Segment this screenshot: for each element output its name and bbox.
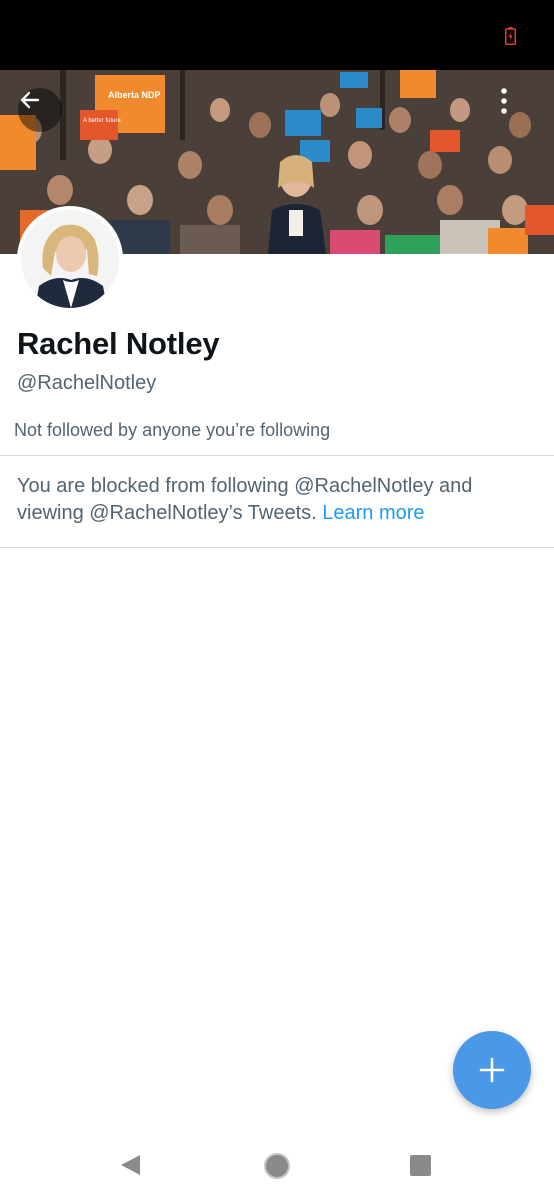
square-recents-icon[interactable] bbox=[409, 1154, 432, 1177]
avatar[interactable] bbox=[17, 206, 123, 312]
banner-sign-text: A better future. bbox=[83, 118, 123, 124]
followers-you-know-note: Not followed by anyone you’re following bbox=[14, 420, 331, 440]
compose-tweet-button[interactable] bbox=[453, 1031, 531, 1109]
more-vertical-icon bbox=[501, 88, 507, 114]
learn-more-link[interactable]: Learn more bbox=[322, 502, 424, 524]
system-navigation-bar bbox=[0, 1130, 554, 1200]
circle-home-icon[interactable] bbox=[263, 1152, 291, 1180]
status-bar bbox=[0, 0, 554, 70]
banner-sign-text: Alberta NDP bbox=[108, 90, 161, 100]
triangle-back-icon[interactable] bbox=[118, 1152, 144, 1178]
divider bbox=[0, 455, 554, 456]
divider bbox=[0, 547, 554, 548]
arrow-left-icon bbox=[20, 91, 40, 109]
profile-handle: @RachelNotley bbox=[17, 372, 157, 394]
avatar-image bbox=[21, 210, 119, 308]
profile-display-name: Rachel Notley bbox=[17, 326, 220, 361]
back-button[interactable] bbox=[18, 88, 62, 132]
profile-screen: Alberta NDP A better future. Rachel Notl… bbox=[0, 0, 554, 1200]
battery-charging-icon bbox=[505, 27, 516, 45]
more-options-button[interactable] bbox=[500, 88, 534, 132]
plus-icon bbox=[479, 1057, 505, 1083]
blocked-notice: You are blocked from following @RachelNo… bbox=[17, 473, 537, 527]
